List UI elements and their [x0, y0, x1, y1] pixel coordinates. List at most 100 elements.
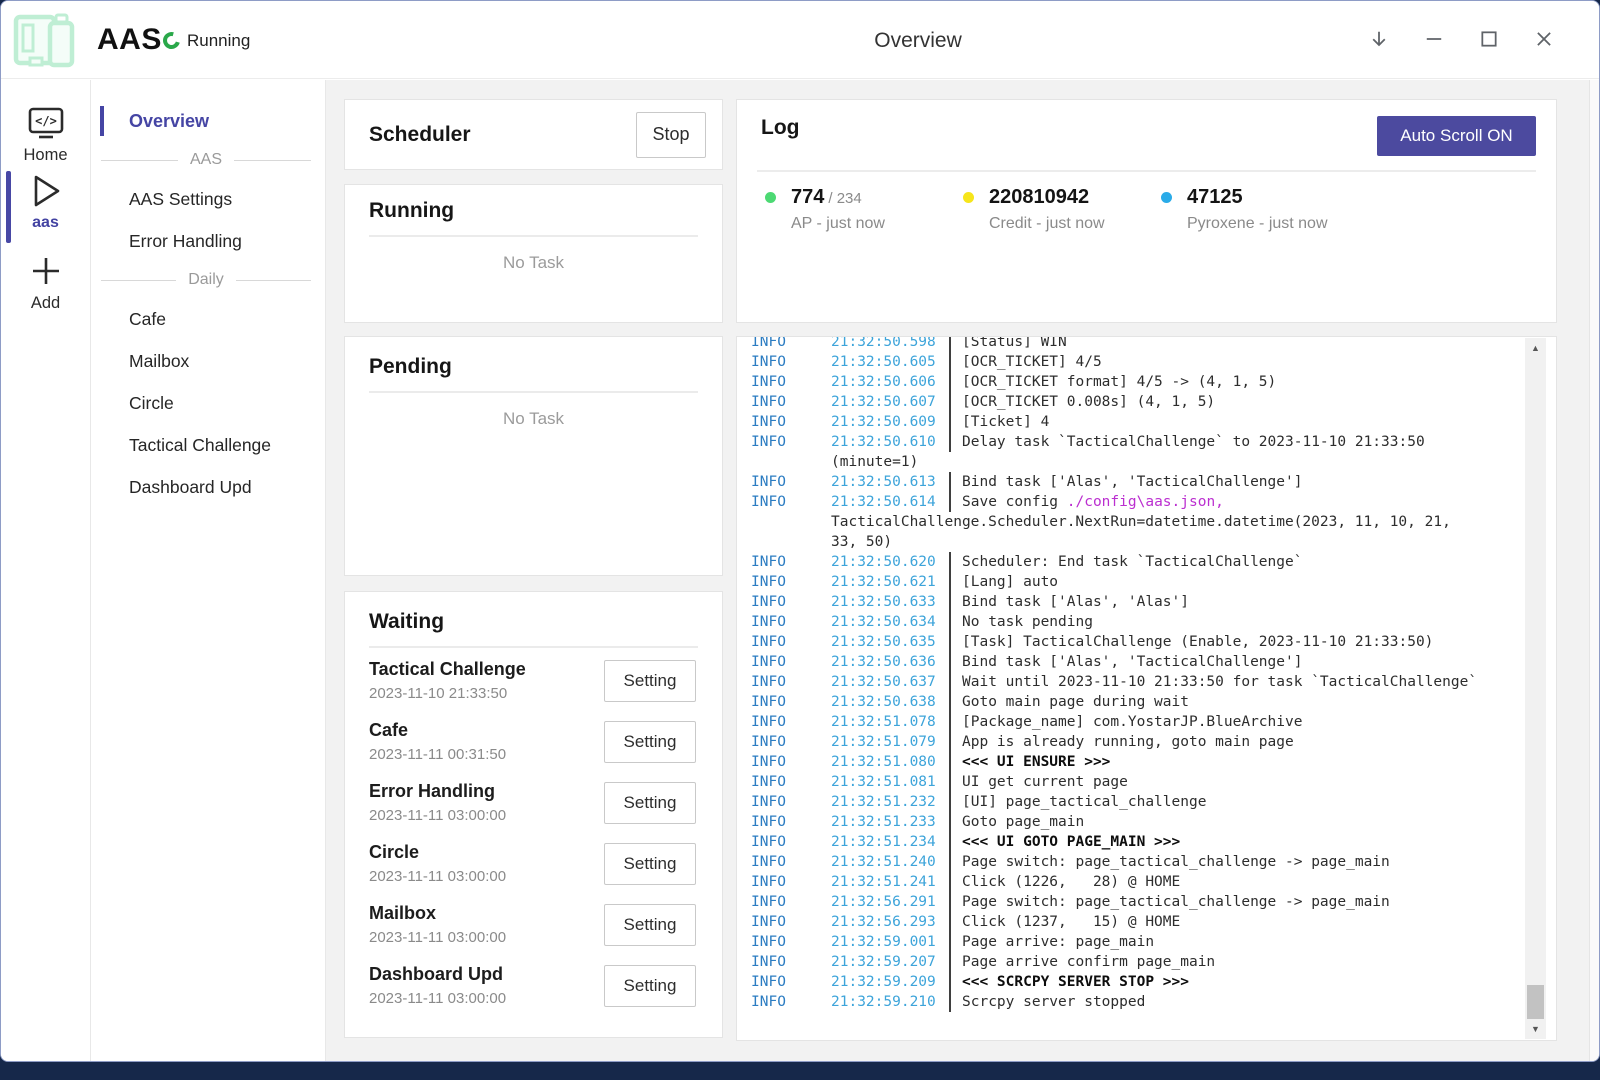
activity-item-home[interactable]: </> Home	[1, 102, 90, 165]
stat-label: AP - just now	[791, 215, 963, 233]
log-level: INFO	[751, 372, 831, 392]
log-stats: 774/ 234AP - just now220810942Credit - j…	[765, 186, 1359, 233]
play-icon	[1, 170, 90, 212]
task-name: Circle	[369, 842, 604, 863]
log-level: INFO	[751, 852, 831, 872]
log-line: INFO21:32:51.078[Package_name] com.Yosta…	[751, 712, 1520, 732]
stop-button[interactable]: Stop	[636, 112, 706, 158]
log-message: Scrcpy server stopped	[951, 992, 1145, 1012]
page-scrollbar[interactable]	[1589, 80, 1599, 1061]
log-message: [Status] WIN	[951, 336, 1067, 352]
task-setting-button[interactable]: Setting	[604, 904, 696, 946]
stat-value-number: 220810942	[989, 186, 1089, 208]
scrollbar-up-icon[interactable]: ▲	[1525, 340, 1546, 356]
log-timestamp: 21:32:51.232	[831, 792, 949, 812]
log-line: INFO21:32:50.634No task pending	[751, 612, 1520, 632]
log-timestamp: 21:32:51.078	[831, 712, 949, 732]
log-line: INFO21:32:51.240Page switch: page_tactic…	[751, 852, 1520, 872]
log-timestamp: 21:32:50.606	[831, 372, 949, 392]
log-timestamp: 21:32:50.609	[831, 412, 949, 432]
stat-dot	[963, 192, 974, 203]
log-lines: INFO21:32:50.598[Status] WININFO21:32:50…	[751, 336, 1520, 1012]
log-timestamp: 21:32:50.621	[831, 572, 949, 592]
log-level: INFO	[751, 932, 831, 952]
waiting-task-row: Dashboard Upd2023-11-11 03:00:00Setting	[345, 955, 722, 1016]
log-level: INFO	[751, 652, 831, 672]
scrollbar-down-icon[interactable]: ▼	[1525, 1021, 1546, 1037]
log-timestamp: 21:32:50.605	[831, 352, 949, 372]
log-message: [Lang] auto	[951, 572, 1058, 592]
log-level: INFO	[751, 992, 831, 1012]
log-level: INFO	[751, 732, 831, 752]
task-setting-button[interactable]: Setting	[604, 660, 696, 702]
log-line: INFO21:32:56.291Page switch: page_tactic…	[751, 892, 1520, 912]
task-setting-button[interactable]: Setting	[604, 721, 696, 763]
log-line: INFO21:32:50.613Bind task ['Alas', 'Tact…	[751, 472, 1520, 492]
task-name: Error Handling	[369, 781, 604, 802]
log-message: Goto main page during wait	[951, 692, 1189, 712]
log-message: Bind task ['Alas', 'TacticalChallenge']	[951, 652, 1302, 672]
log-message: Goto page_main	[951, 812, 1084, 832]
log-line-indent	[751, 512, 831, 532]
log-line: INFO21:32:50.620Scheduler: End task `Tac…	[751, 552, 1520, 572]
task-setting-button[interactable]: Setting	[604, 843, 696, 885]
main-content: Scheduler Stop Running No Task Pending N…	[326, 80, 1599, 1061]
log-panel-header: Log Auto Scroll ON 774/ 234AP - just now…	[736, 99, 1557, 323]
stat-value: 774/ 234	[791, 186, 963, 209]
close-button[interactable]	[1529, 25, 1559, 55]
activity-item-label: Add	[1, 294, 90, 313]
task-setting-button[interactable]: Setting	[604, 782, 696, 824]
log-timestamp: 21:32:51.234	[831, 832, 949, 852]
nav-item-error-handling[interactable]: Error Handling	[99, 220, 313, 262]
scheduler-panel: Scheduler Stop	[344, 99, 723, 170]
task-name: Cafe	[369, 720, 604, 741]
download-button[interactable]	[1364, 25, 1394, 55]
auto-scroll-button[interactable]: Auto Scroll ON	[1377, 116, 1536, 156]
log-level: INFO	[751, 832, 831, 852]
log-level: INFO	[751, 912, 831, 932]
close-icon	[1534, 29, 1554, 52]
nav-item-dashboard-upd[interactable]: Dashboard Upd	[99, 466, 313, 508]
log-timestamp: 21:32:51.240	[831, 852, 949, 872]
log-scrollbar[interactable]: ▲ ▼	[1525, 338, 1546, 1039]
task-name: Tactical Challenge	[369, 659, 604, 680]
log-stat-ap: 774/ 234 AP - just now	[765, 186, 963, 233]
nav-item-circle[interactable]: Circle	[99, 382, 313, 424]
scheduler-title: Scheduler	[369, 123, 636, 147]
stat-value: 220810942	[989, 186, 1161, 209]
log-line: INFO21:32:50.607[OCR_TICKET 0.008s] (4, …	[751, 392, 1520, 412]
nav-section-daily: Daily	[99, 262, 313, 298]
log-level: INFO	[751, 412, 831, 432]
log-line: INFO21:32:59.210Scrcpy server stopped	[751, 992, 1520, 1012]
nav-item-overview[interactable]: Overview	[99, 100, 313, 142]
log-scrollbar-thumb[interactable]	[1527, 985, 1544, 1019]
log-timestamp: 21:32:50.638	[831, 692, 949, 712]
activity-item-add[interactable]: Add	[1, 250, 90, 313]
activity-item-aas[interactable]: aas	[1, 170, 90, 232]
nav-sidebar: OverviewAASAAS SettingsError HandlingDai…	[91, 80, 326, 1061]
panel-divider	[369, 646, 698, 648]
nav-item-label: Mailbox	[129, 351, 189, 372]
task-setting-button[interactable]: Setting	[604, 965, 696, 1007]
nav-item-mailbox[interactable]: Mailbox	[99, 340, 313, 382]
app-name: AAS	[97, 23, 162, 57]
task-next-run-time: 2023-11-11 03:00:00	[369, 868, 604, 885]
nav-item-label: Dashboard Upd	[129, 477, 252, 498]
log-message: No task pending	[951, 612, 1093, 632]
log-line: INFO21:32:51.232[UI] page_tactical_chall…	[751, 792, 1520, 812]
log-line: INFO21:32:50.598[Status] WIN	[751, 336, 1520, 352]
waiting-panel: Waiting Tactical Challenge2023-11-10 21:…	[344, 591, 723, 1038]
pending-panel: Pending No Task	[344, 336, 723, 576]
log-timestamp: 21:32:50.620	[831, 552, 949, 572]
maximize-button[interactable]	[1474, 25, 1504, 55]
log-line: 33, 50)	[751, 532, 1520, 552]
log-message: [Ticket] 4	[951, 412, 1049, 432]
log-line: INFO21:32:51.241Click (1226, 28) @ HOME	[751, 872, 1520, 892]
log-line: INFO21:32:50.635[Task] TacticalChallenge…	[751, 632, 1520, 652]
nav-item-aas-settings[interactable]: AAS Settings	[99, 178, 313, 220]
minimize-button[interactable]	[1419, 25, 1449, 55]
activity-item-label: aas	[1, 214, 90, 232]
log-level: INFO	[751, 952, 831, 972]
nav-item-cafe[interactable]: Cafe	[99, 298, 313, 340]
nav-item-tactical-challenge[interactable]: Tactical Challenge	[99, 424, 313, 466]
